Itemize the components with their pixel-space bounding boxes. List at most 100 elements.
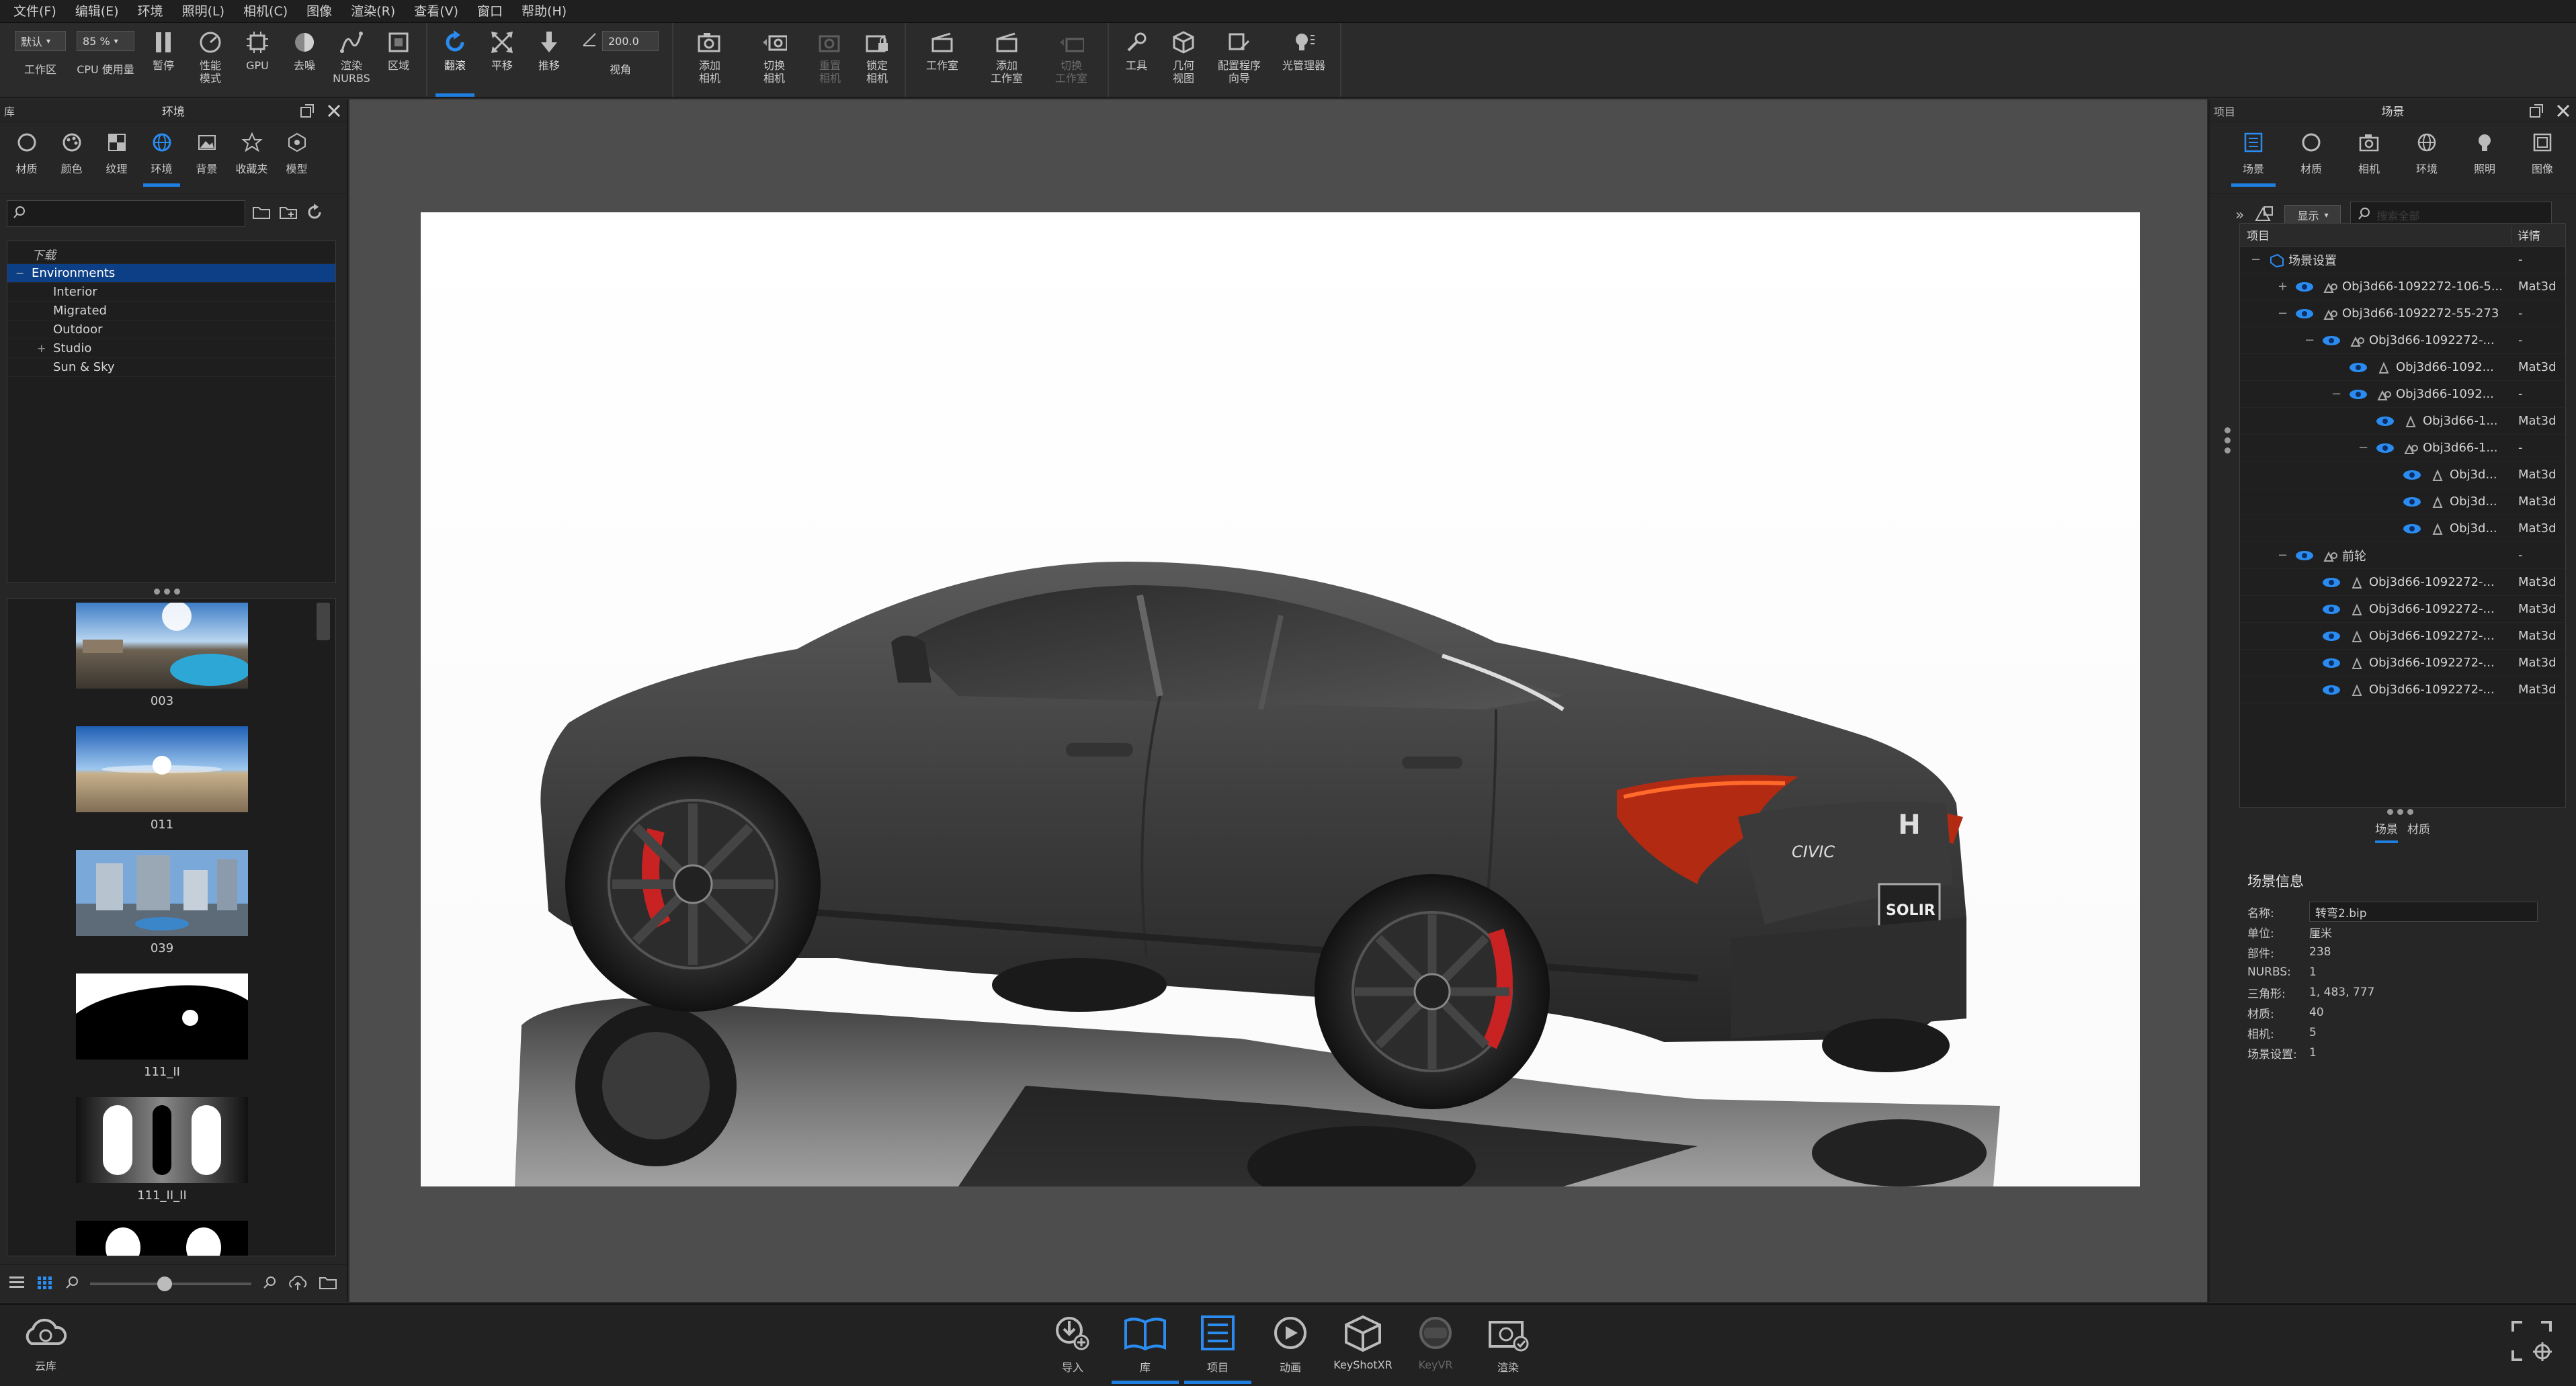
tree-item-interior[interactable]: Interior bbox=[7, 283, 335, 302]
visibility-eye-icon[interactable] bbox=[2322, 685, 2341, 699]
collapse-toggle[interactable]: − bbox=[2251, 253, 2261, 267]
scene-tree-row[interactable]: Obj3d66-1092272-... Mat3d bbox=[2240, 623, 2565, 650]
env-thumbnail-011[interactable] bbox=[76, 726, 248, 812]
expand-toggle[interactable]: + bbox=[37, 342, 46, 355]
tools-button[interactable]: 工具 bbox=[1113, 23, 1160, 97]
studio-button[interactable]: 工作室 bbox=[910, 23, 974, 97]
cpu-usage-select[interactable]: 85 % ▾ bbox=[77, 31, 134, 51]
scene-tree-row[interactable]: − Obj3d66-1092272-55-273 - bbox=[2240, 300, 2565, 327]
collapse-toggle[interactable]: − bbox=[2358, 441, 2368, 455]
visibility-eye-icon[interactable] bbox=[2376, 416, 2395, 430]
scene-tree-row[interactable]: Obj3d... Mat3d bbox=[2240, 488, 2565, 515]
scene-tree-row[interactable]: Obj3d66-1... Mat3d bbox=[2240, 408, 2565, 435]
folder-open-icon[interactable] bbox=[252, 204, 272, 224]
visibility-eye-icon[interactable] bbox=[2295, 308, 2314, 322]
close-icon[interactable] bbox=[2556, 103, 2571, 121]
thumbnail-scrollbar[interactable] bbox=[317, 603, 330, 640]
pan-button[interactable]: 平移 bbox=[479, 23, 526, 97]
list-view-icon[interactable] bbox=[8, 1275, 26, 1293]
visibility-eye-icon[interactable] bbox=[2322, 658, 2341, 672]
scene-tree-row[interactable]: Obj3d66-1092... Mat3d bbox=[2240, 354, 2565, 381]
tab-scene[interactable]: 场景 bbox=[2225, 122, 2282, 187]
splitter-handle[interactable] bbox=[154, 589, 180, 595]
grid-view-icon[interactable] bbox=[36, 1275, 54, 1293]
gpu-button[interactable]: GPU bbox=[234, 23, 281, 97]
subtab-material[interactable]: 材质 bbox=[2407, 820, 2430, 843]
visibility-eye-icon[interactable] bbox=[2322, 577, 2341, 591]
scene-tree-row[interactable]: Obj3d66-1092272-... Mat3d bbox=[2240, 596, 2565, 623]
performance-mode-button[interactable]: 性能 模式 bbox=[187, 23, 234, 97]
fov-input[interactable]: 200.0 bbox=[602, 31, 659, 51]
tree-item-downloads[interactable]: 下载 bbox=[7, 245, 335, 264]
region-button[interactable]: 区域 bbox=[375, 23, 422, 97]
slider-knob[interactable] bbox=[157, 1276, 172, 1291]
switch-studio-button[interactable]: 切换 工作室 bbox=[1039, 23, 1104, 97]
tab-environments[interactable]: 环境 bbox=[139, 122, 184, 187]
dolly-button[interactable]: 推移 bbox=[526, 23, 573, 97]
tumble-button[interactable]: 翻滚 bbox=[431, 23, 479, 97]
tab-models[interactable]: 模型 bbox=[274, 122, 319, 187]
scene-tree-row[interactable]: Obj3d66-1092272-... Mat3d bbox=[2240, 650, 2565, 677]
tab-material[interactable]: 材质 bbox=[2282, 122, 2340, 187]
tab-lighting[interactable]: 照明 bbox=[2456, 122, 2513, 187]
collapse-toggle[interactable]: − bbox=[2304, 333, 2315, 347]
tab-colors[interactable]: 颜色 bbox=[49, 122, 94, 187]
env-thumbnail-111-ii[interactable] bbox=[76, 973, 248, 1059]
render-viewport[interactable]: CIVIC SOLIR H bbox=[349, 99, 2207, 1302]
geometry-view-button[interactable]: 几何 视图 bbox=[1160, 23, 1207, 97]
menu-environment[interactable]: 环境 bbox=[128, 0, 173, 23]
visibility-eye-icon[interactable] bbox=[2349, 389, 2368, 403]
column-header-item[interactable]: 项目 bbox=[2240, 226, 2511, 243]
zoom-out-icon[interactable] bbox=[65, 1275, 79, 1293]
lock-camera-button[interactable]: 锁定 相机 bbox=[854, 23, 901, 97]
light-manager-button[interactable]: 光管理器 bbox=[1272, 23, 1336, 97]
folder-add-icon[interactable] bbox=[279, 204, 299, 224]
tab-environment[interactable]: 环境 bbox=[2398, 122, 2456, 187]
visibility-eye-icon[interactable] bbox=[2403, 496, 2421, 511]
scene-name-field[interactable]: 转弯2.bip bbox=[2309, 902, 2538, 922]
project-toggle-button[interactable]: 项目 bbox=[1184, 1314, 1251, 1384]
menu-window[interactable]: 窗口 bbox=[468, 0, 512, 23]
folder-sync-icon[interactable] bbox=[319, 1274, 339, 1294]
animation-button[interactable]: 动画 bbox=[1257, 1314, 1324, 1375]
thumbnail-size-slider[interactable] bbox=[90, 1276, 251, 1291]
tab-favorites[interactable]: 收藏夹 bbox=[229, 122, 274, 187]
tree-item-environments[interactable]: − Environments bbox=[7, 264, 335, 283]
render-button[interactable]: 渲染 bbox=[1474, 1314, 1542, 1375]
visibility-eye-icon[interactable] bbox=[2349, 362, 2368, 376]
scene-tree-row[interactable]: Obj3d66-1092272-... Mat3d bbox=[2240, 677, 2565, 703]
menu-image[interactable]: 图像 bbox=[297, 0, 341, 23]
library-search-input[interactable] bbox=[7, 200, 245, 227]
menu-render[interactable]: 渲染(R) bbox=[341, 0, 405, 23]
show-filter-select[interactable]: 显示 ▾ bbox=[2284, 205, 2341, 225]
scene-tree-row[interactable]: Obj3d... Mat3d bbox=[2240, 515, 2565, 542]
denoise-button[interactable]: 去噪 bbox=[281, 23, 328, 97]
visibility-eye-icon[interactable] bbox=[2376, 443, 2395, 457]
visibility-eye-icon[interactable] bbox=[2322, 631, 2341, 645]
popout-icon[interactable] bbox=[300, 103, 315, 121]
switch-camera-button[interactable]: 切换 相机 bbox=[742, 23, 806, 97]
visibility-eye-icon[interactable] bbox=[2403, 470, 2421, 484]
add-studio-button[interactable]: 添加 工作室 bbox=[974, 23, 1039, 97]
zoom-in-icon[interactable] bbox=[262, 1275, 277, 1293]
subtab-scene[interactable]: 场景 bbox=[2375, 820, 2398, 843]
workspace-select[interactable]: 默认 ▾ bbox=[15, 31, 66, 51]
menu-lighting[interactable]: 照明(L) bbox=[173, 0, 234, 23]
keyvr-button[interactable]: KeyVR bbox=[1402, 1314, 1469, 1371]
double-chevron-icon[interactable]: » bbox=[2235, 207, 2244, 224]
close-icon[interactable] bbox=[327, 103, 341, 121]
tab-camera[interactable]: 相机 bbox=[2340, 122, 2398, 187]
refresh-icon[interactable] bbox=[306, 204, 323, 224]
popout-icon[interactable] bbox=[2529, 103, 2544, 121]
tab-image[interactable]: 图像 bbox=[2513, 122, 2571, 187]
tab-materials[interactable]: 材质 bbox=[4, 122, 49, 187]
render-image[interactable]: CIVIC SOLIR H bbox=[421, 212, 2140, 1186]
visibility-eye-icon[interactable] bbox=[2295, 550, 2314, 564]
library-toggle-button[interactable]: 库 bbox=[1112, 1314, 1179, 1384]
scene-tree-row[interactable]: − 前轮 - bbox=[2240, 542, 2565, 569]
configurator-wizard-button[interactable]: 配置程序 向导 bbox=[1207, 23, 1272, 97]
menu-view[interactable]: 查看(V) bbox=[405, 0, 468, 23]
tab-backplates[interactable]: 背景 bbox=[184, 122, 229, 187]
visibility-eye-icon[interactable] bbox=[2295, 281, 2314, 296]
visibility-eye-icon[interactable] bbox=[2322, 604, 2341, 618]
